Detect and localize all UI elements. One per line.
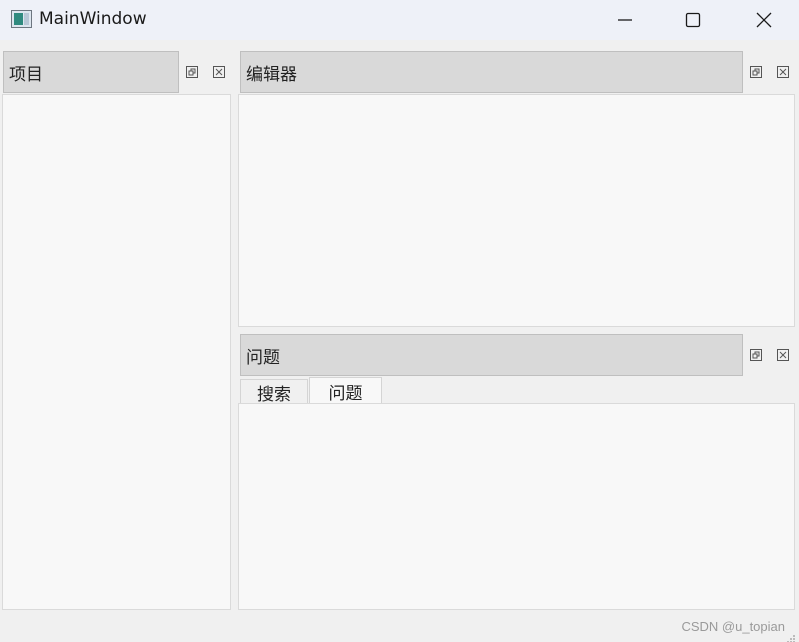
close-icon	[213, 66, 225, 78]
minimize-icon	[618, 19, 632, 21]
issues-dock-title-text: 问题	[246, 347, 280, 368]
float-icon	[750, 349, 762, 361]
tab-search-label: 搜索	[257, 384, 291, 405]
editor-dock-float-button[interactable]	[749, 65, 763, 79]
close-button[interactable]	[734, 0, 794, 40]
resize-grip[interactable]	[786, 629, 796, 642]
tab-issues[interactable]: 问题	[309, 377, 382, 404]
editor-dock-close-button[interactable]	[776, 65, 790, 79]
editor-dock-content[interactable]	[238, 94, 795, 327]
editor-dock-title[interactable]: 编辑器	[240, 51, 743, 93]
issues-dock-float-button[interactable]	[749, 348, 763, 362]
window-title: MainWindow	[39, 9, 147, 29]
issues-dock-content[interactable]	[238, 403, 795, 610]
app-icon	[11, 10, 32, 28]
minimize-button[interactable]	[595, 0, 655, 40]
close-icon	[777, 349, 789, 361]
float-icon	[750, 66, 762, 78]
close-icon	[756, 12, 772, 28]
float-icon	[186, 66, 198, 78]
project-dock-title[interactable]: 项目	[3, 51, 179, 93]
editor-dock-title-text: 编辑器	[246, 64, 297, 85]
project-dock-close-button[interactable]	[212, 65, 226, 79]
maximize-icon	[685, 12, 701, 28]
watermark-text: CSDN @u_topian	[681, 619, 785, 634]
tab-issues-label: 问题	[328, 383, 363, 404]
project-dock-content[interactable]	[2, 94, 231, 610]
project-dock-title-text: 项目	[9, 64, 43, 85]
tab-search[interactable]: 搜索	[240, 379, 308, 405]
resize-grip-icon	[787, 635, 795, 642]
close-icon	[777, 66, 789, 78]
project-dock-float-button[interactable]	[185, 65, 199, 79]
maximize-button[interactable]	[663, 0, 723, 40]
issues-dock-title[interactable]: 问题	[240, 334, 743, 376]
window-titlebar: MainWindow	[0, 0, 799, 40]
issues-dock-close-button[interactable]	[776, 348, 790, 362]
